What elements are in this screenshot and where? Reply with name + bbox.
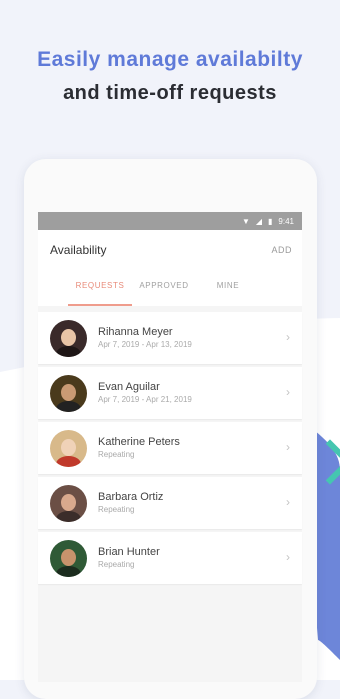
chevron-right-icon: › (286, 440, 290, 454)
item-name: Katherine Peters (98, 436, 180, 448)
tab-approved[interactable]: APPROVED (132, 270, 196, 306)
headline-line1: Easily manage availabilty (37, 48, 303, 71)
app-bar: Availability ADD (38, 230, 302, 270)
avatar (50, 429, 87, 467)
item-detail: Repeating (98, 560, 135, 569)
list-item[interactable]: Rihanna Meyer Apr 7, 2019 - Apr 13, 2019… (38, 312, 302, 364)
avatar (50, 539, 87, 577)
list-item[interactable]: Katherine Peters Repeating › (38, 422, 302, 474)
item-name: Brian Hunter (98, 546, 160, 558)
item-name: Rihanna Meyer (98, 326, 173, 338)
item-name: Barbara Ortiz (98, 491, 164, 503)
status-time: 9:41 (278, 216, 294, 226)
list-item[interactable]: Evan Aguilar Apr 7, 2019 - Apr 21, 2019 … (38, 367, 302, 419)
avatar (50, 374, 87, 412)
chevron-right-icon: › (286, 330, 290, 344)
tab-bar: REQUESTS APPROVED MINE (38, 270, 302, 306)
item-detail: Repeating (98, 505, 135, 514)
page-title: Availability (50, 243, 107, 257)
item-detail: Apr 7, 2019 - Apr 13, 2019 (98, 340, 192, 349)
wifi-icon: ▼ (241, 216, 250, 226)
tab-mine[interactable]: MINE (196, 270, 260, 306)
item-name: Evan Aguilar (98, 381, 160, 393)
avatar (50, 484, 87, 522)
request-list: Rihanna Meyer Apr 7, 2019 - Apr 13, 2019… (38, 312, 302, 584)
app-screen: ▼ ◢ ▮ 9:41 Availability ADD REQUESTS APP… (38, 212, 302, 682)
item-detail: Apr 7, 2019 - Apr 21, 2019 (98, 395, 192, 404)
list-item[interactable]: Barbara Ortiz Repeating › (38, 477, 302, 529)
signal-icon: ◢ (255, 216, 263, 226)
headline: Easily manage availabilty and time-off r… (0, 44, 340, 110)
tab-requests[interactable]: REQUESTS (68, 270, 132, 306)
list-item[interactable]: Brian Hunter Repeating › (38, 532, 302, 584)
item-detail: Repeating (98, 450, 135, 459)
avatar (50, 319, 87, 357)
add-button[interactable]: ADD (271, 245, 292, 255)
chevron-right-icon: › (286, 550, 290, 564)
chevron-right-icon: › (286, 385, 290, 399)
chevron-right-icon: › (286, 495, 290, 509)
status-bar: ▼ ◢ ▮ 9:41 (38, 212, 302, 230)
headline-line2: and time-off requests (63, 82, 277, 104)
battery-icon: ▮ (268, 216, 273, 226)
